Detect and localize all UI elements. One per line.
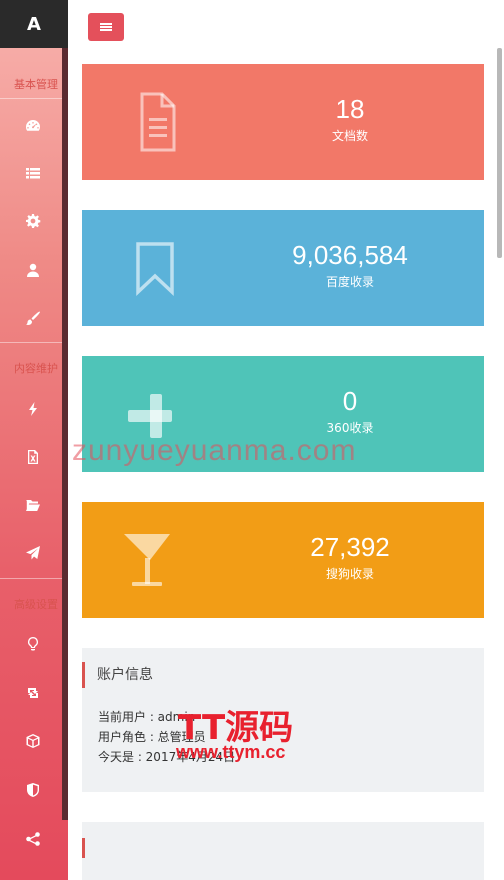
panel-title: 账户信息 (82, 662, 153, 688)
panel-accent (82, 838, 85, 858)
stat-value: 18 (335, 94, 365, 124)
menu-toggle-button[interactable] (88, 13, 124, 41)
cocktail-icon (122, 528, 190, 592)
paper-plane-icon[interactable] (22, 542, 44, 564)
dashboard-icon[interactable] (22, 115, 44, 137)
gear-icon[interactable] (22, 210, 44, 232)
watermark-url-text: www.ttym.cc (176, 742, 286, 762)
shield-icon[interactable] (22, 779, 44, 801)
excel-file-icon[interactable] (22, 446, 44, 468)
stat-value: 0 (342, 386, 358, 416)
lightbulb-icon[interactable] (22, 633, 44, 655)
sidebar-section-title-advanced: 高级设置 (14, 598, 58, 611)
stat-card-documents[interactable]: 18 文档数 (82, 64, 484, 180)
main-scrollbar[interactable] (497, 48, 502, 258)
document-icon (122, 90, 190, 154)
sidebar: A 基本管理 内容维护 高级设置 (0, 0, 68, 880)
share-icon[interactable] (22, 828, 44, 850)
sidebar-section-title-basic: 基本管理 (14, 78, 58, 91)
list-icon[interactable] (22, 162, 44, 184)
sidebar-divider (0, 342, 62, 343)
folder-open-icon[interactable] (22, 494, 44, 516)
stat-label: 文档数 (331, 129, 368, 143)
stat-label: 百度收录 (325, 275, 374, 289)
stat-card-baidu[interactable]: 9,036,584 百度收录 (82, 210, 484, 326)
user-icon[interactable] (22, 259, 44, 281)
sidebar-section-title-content: 内容维护 (14, 362, 58, 375)
watermark-text: zunyueyuanma.com (72, 434, 357, 467)
brush-icon[interactable] (22, 307, 44, 329)
sidebar-divider (0, 578, 62, 579)
retweet-icon[interactable] (22, 682, 44, 704)
bookmark-icon (122, 236, 190, 300)
top-bar (68, 0, 504, 49)
cube-icon[interactable] (22, 730, 44, 752)
stat-value: 9,036,584 (292, 240, 408, 270)
brand-logo[interactable]: A (0, 0, 68, 48)
hamburger-icon (100, 22, 112, 32)
sidebar-divider (0, 98, 62, 99)
secondary-panel (82, 822, 484, 880)
stat-value: 27,392 (310, 532, 390, 562)
stat-card-sogou[interactable]: 27,392 搜狗收录 (82, 502, 484, 618)
stat-label: 搜狗收录 (325, 567, 374, 581)
bolt-icon[interactable] (22, 398, 44, 420)
